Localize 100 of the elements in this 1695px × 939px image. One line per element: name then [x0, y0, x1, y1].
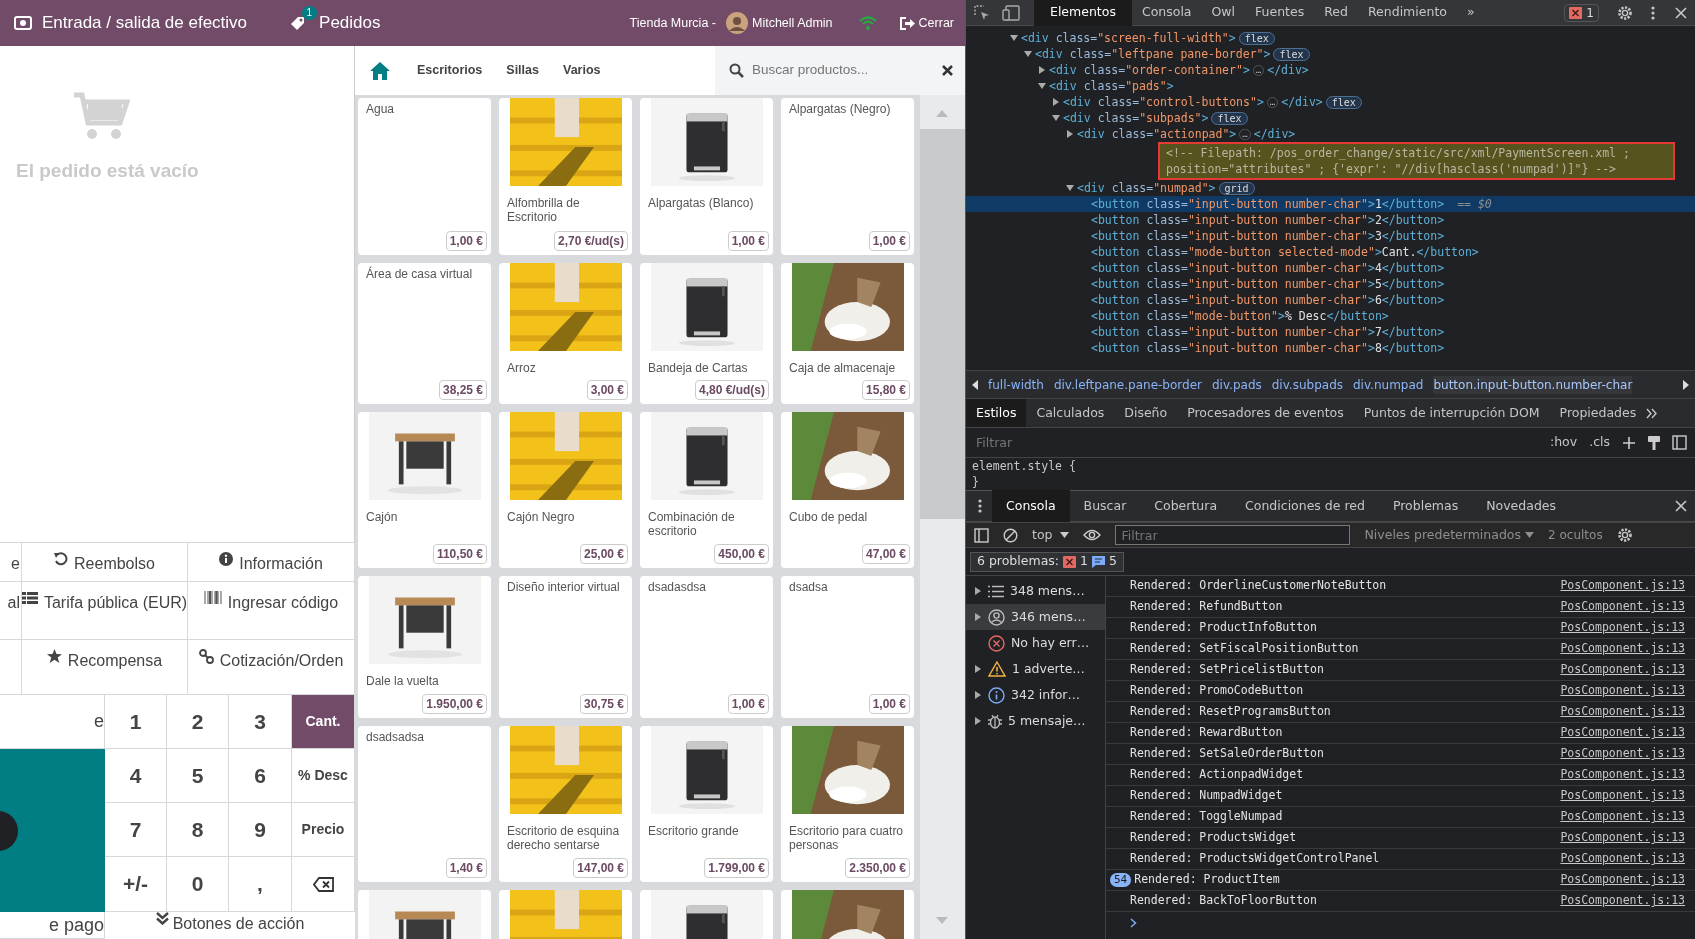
source-link[interactable]: PosComponent.js:13	[1560, 745, 1685, 763]
tree-row[interactable]: <button class="input-button number-char">5</button>	[966, 276, 1695, 292]
cash-in-out-link[interactable]: Entrada / salida de efectivo	[42, 10, 248, 36]
styles-tab[interactable]: Estilos	[966, 399, 1027, 427]
product-card[interactable]: Arroz 3,00 €	[499, 263, 632, 404]
source-link[interactable]: PosComponent.js:13	[1560, 619, 1685, 637]
drawer-tab[interactable]: Buscar	[1069, 490, 1141, 522]
control-button[interactable]: Tarifa pública (EUR)	[22, 582, 188, 640]
context-dropdown[interactable]: top	[1032, 525, 1070, 545]
mode-button[interactable]: Precio	[292, 803, 355, 857]
element-node[interactable]: <div class="order-container">	[1049, 62, 1250, 78]
tree-row[interactable]: <div class="subpads"> flex	[966, 110, 1695, 126]
element-node[interactable]: <button class="input-button number-char">4</button>	[1091, 260, 1445, 276]
control-button[interactable]: Ingresar código	[188, 582, 355, 640]
sidebar-item[interactable]: 342 infor…	[966, 682, 1105, 708]
element-node[interactable]: <button class="input-button number-char">2</button>	[1091, 212, 1445, 228]
class-button[interactable]: .cls	[1589, 429, 1610, 456]
source-link[interactable]: PosComponent.js:13	[1560, 787, 1685, 805]
control-button[interactable]: e	[0, 543, 22, 582]
layout-badge[interactable]: grid	[1218, 181, 1255, 195]
tree-row[interactable]: <button class="input-button number-char">3</button>	[966, 228, 1695, 244]
breadcrumb[interactable]: div.pads	[1211, 375, 1262, 394]
control-button[interactable]: Recompensa	[22, 640, 188, 695]
source-link[interactable]: PosComponent.js:13	[1560, 808, 1685, 826]
tree-row[interactable]: <button class="input-button number-char">8</button>	[966, 340, 1695, 356]
drawer-tab[interactable]: Condiciones de red	[1231, 490, 1379, 522]
source-link[interactable]: PosComponent.js:13	[1560, 766, 1685, 784]
devtools-tab[interactable]: Red	[1314, 0, 1358, 26]
drawer-tab[interactable]: Problemas	[1378, 490, 1473, 522]
product-card[interactable]: dsadsa 1,00 €	[781, 576, 914, 718]
element-node[interactable]: <div class="actionpad">	[1077, 126, 1237, 142]
element-node[interactable]: <div class="pads">	[1049, 78, 1174, 94]
tree-row[interactable]: <button class="mode-button">% Desc</button>	[966, 308, 1695, 324]
tree-row[interactable]: <button class="input-button number-char">6</button>	[966, 292, 1695, 308]
orders-link[interactable]: Pedidos	[319, 10, 381, 36]
product-card[interactable]: Agua 1,00 €	[358, 98, 491, 255]
element-node[interactable]: <button class="input-button number-char">7</button>	[1091, 324, 1445, 340]
source-link[interactable]: PosComponent.js:13	[1560, 892, 1685, 910]
drawer-tab[interactable]: Novedades	[1472, 490, 1571, 522]
sidebar-item[interactable]: 346 mens…	[966, 604, 1105, 630]
source-link[interactable]: PosComponent.js:13	[1560, 724, 1685, 742]
numpad-key[interactable]: 2	[167, 695, 229, 749]
product-card[interactable]: Escritorio para cuatro personas 2.350,00 €	[781, 726, 914, 882]
numpad-key[interactable]: 7	[105, 803, 167, 857]
close-button[interactable]: Cerrar	[898, 12, 955, 34]
source-link[interactable]: PosComponent.js:13	[1560, 577, 1685, 595]
product-card[interactable]: Alfombrilla de Escritorio 2,70 €/ud(s)	[499, 98, 632, 255]
breadcrumb[interactable]: div.subpads	[1271, 375, 1343, 394]
breadcrumb[interactable]: button.input-button.number-char	[1433, 375, 1633, 394]
element-node[interactable]: <div class="subpads">	[1063, 110, 1209, 126]
breadcrumb[interactable]: div.numpad	[1353, 375, 1424, 394]
sidebar-item[interactable]: 5 mensaje…	[966, 708, 1105, 734]
tree-row[interactable]: <div class="numpad"> grid	[966, 180, 1695, 196]
filter-field[interactable]: Filtrar	[974, 428, 1538, 457]
devtools-tab[interactable]: Rendimiento	[1357, 0, 1457, 26]
search-field[interactable]: Buscar productos...	[715, 46, 965, 95]
product-card[interactable]: Escritorio de esquina derecho sentarse 147,00 €	[499, 726, 632, 882]
tree-row[interactable]: <button class="input-button number-char">2</button>	[966, 212, 1695, 228]
product-card[interactable]: Combinación de escritorio 450,00 €	[640, 412, 773, 568]
control-button[interactable]: Reembolso	[22, 543, 188, 582]
product-card[interactable]: Escritorio grande 1.799,00 €	[640, 726, 773, 882]
styles-tab[interactable]: Calculados	[1026, 399, 1115, 427]
numpad-key[interactable]: 5	[167, 749, 229, 803]
product-card[interactable]: dsadsadsa 1,40 €	[358, 726, 491, 882]
sidebar-item[interactable]: 1 adverte…	[966, 656, 1105, 682]
product-card[interactable]: Cubo de pedal 47,00 €	[781, 412, 914, 568]
category-button[interactable]: Varios	[551, 61, 613, 80]
source-link[interactable]: PosComponent.js:13	[1560, 829, 1685, 847]
category-button[interactable]: Escritorios	[405, 61, 495, 80]
more-tabs-button[interactable]: »	[1456, 0, 1485, 26]
hover-state-button[interactable]: :hov	[1549, 429, 1578, 456]
sidebar-item[interactable]: 348 mens…	[966, 578, 1105, 604]
user-name[interactable]: Mitchell Admin	[752, 13, 833, 33]
styles-tab[interactable]: Propiedades	[1549, 399, 1647, 427]
source-link[interactable]: PosComponent.js:13	[1560, 850, 1685, 868]
element-node[interactable]: <button class="mode-button selected-mode">Cant.</button>	[1091, 244, 1479, 260]
product-card[interactable]: Diseño interior virtual 30,75 €	[499, 576, 632, 718]
control-button[interactable]: al	[0, 582, 22, 640]
tree-row[interactable]: <button class="mode-button selected-mode">Cant.</button>	[966, 244, 1695, 260]
tree-row[interactable]: <div class="actionpad"> … </div>	[966, 126, 1695, 142]
mode-button[interactable]: Cant.	[292, 695, 355, 749]
tree-row[interactable]: <div class="order-container"> … </div>	[966, 62, 1695, 78]
control-button[interactable]: Cotización/Orden	[188, 640, 355, 695]
element-node[interactable]: <div class="leftpane pane-border">	[1035, 46, 1271, 62]
breadcrumb[interactable]: div.leftpane.pane-border	[1053, 375, 1202, 394]
styles-tab[interactable]: Procesadores de eventos	[1177, 399, 1354, 427]
product-card[interactable]: Cajón 110,50 €	[358, 412, 491, 568]
tree-row[interactable]: <button class="input-button number-char">4</button>	[966, 260, 1695, 276]
layout-badge[interactable]: flex	[1211, 111, 1248, 125]
devtools-tab[interactable]: Consola	[1131, 0, 1202, 26]
product-card[interactable]: dsadasdsa 1,00 €	[640, 576, 773, 718]
tree-row[interactable]: <div class="leftpane pane-border"> flex	[966, 46, 1695, 62]
source-link[interactable]: PosComponent.js:13	[1560, 703, 1685, 721]
element-node[interactable]: <button class="input-button number-char">8</button>	[1091, 340, 1445, 356]
category-button[interactable]: Sillas	[494, 61, 551, 80]
element-node[interactable]: <button class="input-button number-char">5</button>	[1091, 276, 1445, 292]
element-node[interactable]: <div class="control-buttons">	[1063, 94, 1264, 110]
product-card[interactable]: Alpargatas (Blanco) 1,00 €	[640, 98, 773, 255]
product-card[interactable]: Cajón Negro 25,00 €	[499, 412, 632, 568]
devtools-tab[interactable]: Fuentes	[1245, 0, 1315, 26]
